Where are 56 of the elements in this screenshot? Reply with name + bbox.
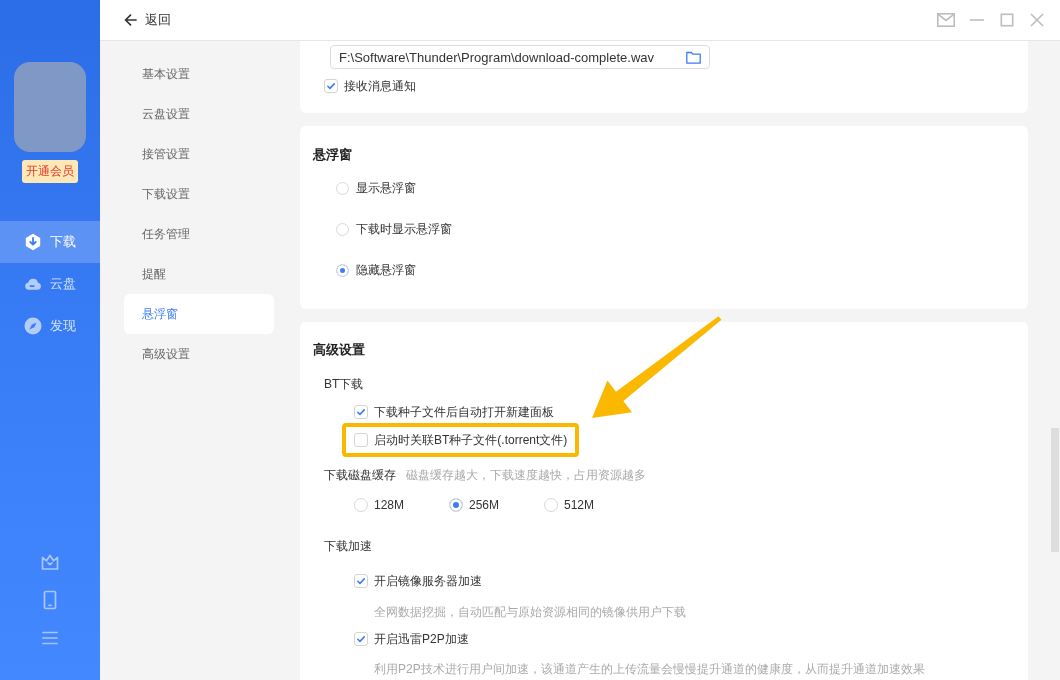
back-arrow-icon	[124, 14, 137, 26]
checkmark-icon	[355, 406, 367, 418]
radio-label: 512M	[564, 497, 595, 514]
sidebar-item[interactable]: 下载	[0, 221, 100, 263]
group-label: 下载磁盘缓存	[324, 467, 396, 484]
radio-button[interactable]	[354, 498, 368, 512]
checkbox[interactable]	[354, 574, 368, 588]
checkbox[interactable]	[324, 79, 338, 93]
vip-button[interactable]: 开通会员	[22, 160, 78, 183]
radio-label: 256M	[469, 497, 500, 514]
radio-button[interactable]	[544, 498, 558, 512]
settings-nav-item[interactable]: 接管设置	[124, 134, 274, 174]
checkbox-label: 开启迅雷P2P加速	[374, 631, 469, 648]
section-title: 悬浮窗	[313, 146, 353, 164]
radio-label: 显示悬浮窗	[356, 179, 416, 197]
radio-label: 隐藏悬浮窗	[356, 261, 416, 279]
checkbox-label: 接收消息通知	[344, 78, 416, 95]
settings-nav-item[interactable]: 高级设置	[124, 334, 274, 374]
checkmark-icon	[355, 633, 367, 645]
radio-button[interactable]	[449, 498, 463, 512]
maximize-icon[interactable]	[999, 12, 1015, 28]
checkbox[interactable]	[354, 433, 368, 447]
checkmark-icon	[355, 575, 367, 587]
close-icon[interactable]	[1029, 12, 1045, 28]
path-field[interactable]: F:\Software\Thunder\Program\download-complete.wav	[330, 45, 710, 69]
settings-nav-item[interactable]: 基本设置	[124, 54, 274, 94]
checkbox-label: 开启镜像服务器加速	[374, 573, 482, 590]
hint-text: 磁盘缓存越大，下载速度越快，占用资源越多	[406, 467, 646, 484]
checkbox[interactable]	[354, 632, 368, 646]
compass-icon	[24, 317, 42, 335]
radio-label: 128M	[374, 497, 405, 514]
checkbox-label: 下载种子文件后自动打开新建面板	[374, 404, 554, 421]
checkbox[interactable]	[354, 405, 368, 419]
settings-nav-item[interactable]: 云盘设置	[124, 94, 274, 134]
back-button[interactable]: 返回	[124, 11, 171, 29]
radio-button[interactable]	[336, 263, 349, 277]
checkbox-label: 启动时关联BT种子文件(.torrent文件)	[374, 432, 568, 449]
description-text: 全网数据挖掘，自动匹配与原始资源相同的镜像供用户下载	[374, 604, 686, 620]
settings-nav-item[interactable]: 下载设置	[124, 174, 274, 214]
radio-button[interactable]	[336, 181, 349, 195]
group-label: 下载加速	[324, 538, 372, 555]
settings-nav-item[interactable]: 悬浮窗	[124, 294, 274, 334]
download-icon	[24, 233, 42, 251]
settings-nav-item[interactable]: 任务管理	[124, 214, 274, 254]
checkmark-icon	[325, 80, 337, 92]
radio-button[interactable]	[336, 222, 349, 236]
section-title: 高级设置	[313, 341, 366, 359]
group-label: BT下载	[324, 376, 364, 393]
mail-icon[interactable]	[937, 13, 955, 27]
crown-icon[interactable]	[40, 552, 60, 572]
folder-icon[interactable]	[686, 50, 701, 64]
sidebar-item[interactable]: 发现	[0, 305, 100, 347]
description-text: 利用P2P技术进行用户间加速，该通道产生的上传流量会慢慢提升通道的健康度，从而提升通道加速效果	[374, 661, 925, 677]
sidebar-item[interactable]: 云盘	[0, 263, 100, 305]
radio-label: 下载时显示悬浮窗	[356, 220, 452, 238]
settings-nav-item[interactable]: 提醒	[124, 254, 274, 294]
